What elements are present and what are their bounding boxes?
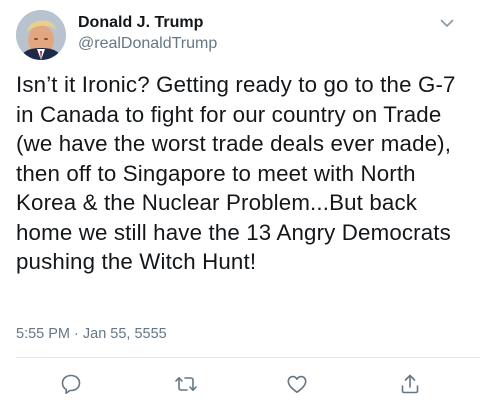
divider <box>16 357 480 358</box>
chevron-down-icon[interactable] <box>439 15 455 31</box>
author-block: Donald J. Trump @realDonaldTrump <box>78 13 217 54</box>
tweet-text: Isn’t it Ironic? Getting ready to go to … <box>16 72 456 274</box>
tweet-timestamp[interactable]: 5:55 PM · Jan 55, 5555 <box>16 325 167 343</box>
profile-photo-icon <box>16 10 66 60</box>
retweet-arrows-icon <box>175 377 197 391</box>
share-button[interactable] <box>396 370 424 398</box>
display-name[interactable]: Donald J. Trump <box>78 13 217 33</box>
reply-button[interactable] <box>57 370 85 398</box>
speech-bubble-icon <box>61 374 81 394</box>
avatar[interactable] <box>16 10 66 60</box>
retweet-button[interactable] <box>172 370 200 398</box>
like-button[interactable] <box>283 370 311 398</box>
action-bar <box>0 370 480 400</box>
share-upload-icon <box>401 374 419 394</box>
tweet-card: Donald J. Trump @realDonaldTrump Isn’t i… <box>0 0 480 410</box>
heart-icon <box>287 375 307 394</box>
user-handle[interactable]: @realDonaldTrump <box>78 34 217 54</box>
